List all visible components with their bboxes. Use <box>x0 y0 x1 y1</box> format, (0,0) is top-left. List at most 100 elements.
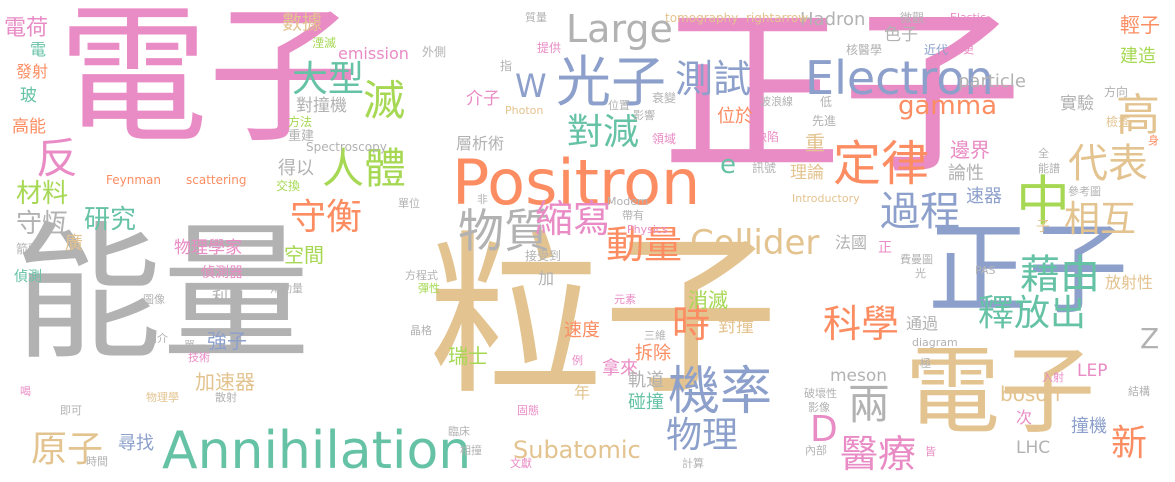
word: 消滅 <box>688 288 728 312</box>
word: 實驗 <box>1060 94 1094 114</box>
word: 單一 <box>184 339 206 352</box>
word: 次 <box>1016 408 1033 427</box>
word: 計算 <box>682 457 704 470</box>
word: 醫療 <box>840 432 917 476</box>
word: 內部 <box>805 444 827 457</box>
word: boson <box>1000 382 1061 406</box>
word: 先進 <box>812 114 837 128</box>
word: 物理 <box>666 415 739 456</box>
word: 軌道 <box>628 370 664 391</box>
word: 低 <box>820 95 833 109</box>
word: 方法 <box>288 115 313 129</box>
word: 電 <box>30 40 47 59</box>
word: Elastic <box>950 11 986 24</box>
word: 物理學家 <box>174 238 242 258</box>
word: 圖像 <box>143 293 165 306</box>
word: 材料 <box>16 179 69 209</box>
word: rightarrow <box>746 11 809 25</box>
word: 測試 <box>675 57 752 101</box>
word: 碰撞 <box>628 392 664 413</box>
word: 即可 <box>60 404 82 417</box>
word: 方程式 <box>405 269 438 282</box>
word: 結構 <box>1128 385 1150 398</box>
word: W <box>515 67 547 105</box>
word: 加速器 <box>195 370 255 394</box>
word: 反 <box>36 134 79 183</box>
word: 單位 <box>398 197 420 210</box>
word: Feynman <box>106 173 161 187</box>
word: 藉由 <box>1020 252 1100 298</box>
word: Annihilation <box>162 421 472 481</box>
word: 皆 <box>925 445 936 458</box>
word: 對減 <box>567 112 640 153</box>
word: 發射 <box>16 62 49 81</box>
word: 兩 <box>848 380 891 429</box>
word: LEP <box>1077 361 1108 381</box>
word: 論性 <box>948 163 984 184</box>
word: 相互 <box>1064 199 1137 240</box>
word: 箭頭 <box>16 242 41 256</box>
word: 建造 <box>1120 46 1156 67</box>
word: 過程 <box>880 189 960 235</box>
word: Subatomic <box>513 436 641 464</box>
word: 入射 <box>1042 371 1064 384</box>
word: 邊界 <box>950 138 990 162</box>
word: 衰變 <box>652 91 677 105</box>
word: 玻 <box>20 86 37 106</box>
word: Z <box>1140 322 1160 355</box>
word: 利用 <box>212 288 245 307</box>
word: 身 <box>1148 134 1159 147</box>
word: 指 <box>500 59 513 73</box>
word: 守衡 <box>290 197 363 238</box>
word: 光 <box>915 267 926 280</box>
word: 例 <box>572 354 583 367</box>
word: emission <box>338 44 409 63</box>
word: Large <box>566 7 673 51</box>
word: 子 <box>1036 219 1050 235</box>
word: Spectroscopy <box>306 140 387 154</box>
word: 文獻 <box>510 457 532 470</box>
word: 科學 <box>823 302 900 346</box>
word: 微觀 <box>900 11 925 25</box>
word: 人體 <box>322 144 407 193</box>
word: 更 <box>963 43 974 56</box>
word: 帶有 <box>622 209 644 222</box>
word: 定律 <box>833 136 930 192</box>
word: 速度 <box>564 320 600 341</box>
word: 簡介 <box>146 332 168 345</box>
word: 得以 <box>278 158 314 179</box>
word: tomography <box>665 11 739 25</box>
word: Photon <box>505 104 544 117</box>
word: 位置 <box>608 99 630 112</box>
word: 缺陷 <box>755 130 780 144</box>
word: 方向 <box>1104 85 1129 99</box>
word: gamma <box>898 91 998 121</box>
word: 極 <box>920 357 931 370</box>
word: 縮寫 <box>535 197 612 241</box>
word: 機率 <box>668 362 773 422</box>
word: 全 <box>1038 147 1049 160</box>
word: 尋找 <box>118 433 154 454</box>
word: Modern <box>607 195 649 208</box>
word: 數據 <box>282 10 322 34</box>
word: 代表 <box>1068 141 1148 187</box>
word: 位於 <box>717 106 753 127</box>
word: scattering <box>186 173 247 187</box>
word: 正 <box>878 240 892 256</box>
word: 訊號 <box>752 161 777 175</box>
word: 領域 <box>652 132 677 146</box>
word: 交換 <box>276 179 301 193</box>
word: 撞機 <box>1071 416 1107 437</box>
word: 晶格 <box>410 324 432 337</box>
word: 偵測 <box>14 269 42 285</box>
word: 破壞性 <box>804 387 837 400</box>
word: 喝 <box>20 385 31 398</box>
word: 固態 <box>517 404 539 417</box>
word: 非 <box>477 193 488 206</box>
word: 相撞 <box>460 444 482 457</box>
word: 角動量 <box>270 282 303 295</box>
word: 高能 <box>12 117 46 137</box>
word: 影像 <box>808 401 830 414</box>
word: 接受到 <box>525 249 562 263</box>
word: Hadron <box>800 9 866 30</box>
